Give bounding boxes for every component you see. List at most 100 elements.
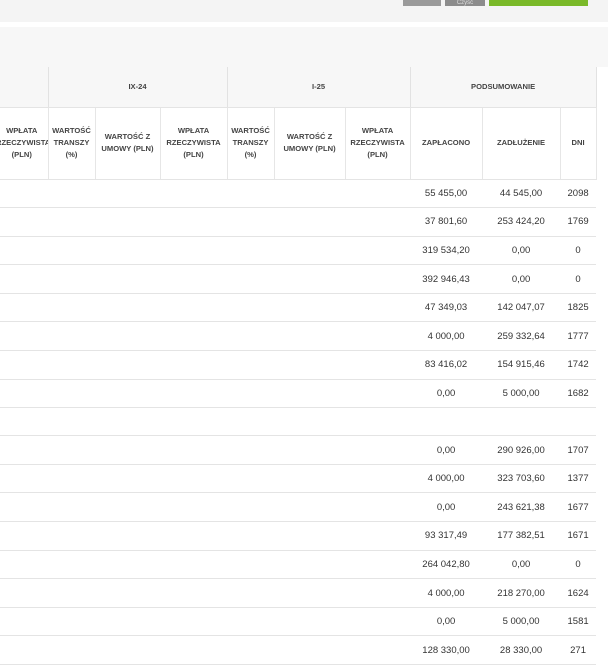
table-cell [95, 379, 160, 409]
table-cell [160, 550, 228, 580]
table-cell [274, 350, 346, 380]
table-cell [48, 179, 95, 209]
table-cell [160, 236, 228, 266]
table-group-header-row: IX-24 I-25 PODSUMOWANIE [0, 67, 597, 108]
table-row[interactable]: 0,00 5 000,00 1682 [0, 379, 597, 409]
cell-zaplacono: 4 000,00 [410, 321, 483, 352]
table-cell [48, 407, 95, 437]
table-cell [227, 635, 275, 665]
table-cell [95, 236, 160, 266]
cell-zaplacono: 47 349,03 [410, 293, 483, 323]
table-cell [274, 578, 346, 608]
table-row[interactable]: 319 534,20 0,00 0 [0, 236, 597, 266]
table-row[interactable]: 93 317,49 177 382,51 1671 [0, 521, 597, 551]
cell-zaplacono [410, 407, 483, 437]
cell-zadluzenie: 243 621,38 [482, 492, 561, 523]
column-header[interactable]: WPŁATA RZECZYWISTA (PLN) [160, 107, 228, 180]
table-row[interactable]: 264 042,80 0,00 0 [0, 550, 597, 580]
table-cell [48, 464, 95, 494]
table-cell [48, 236, 95, 266]
table-row[interactable] [0, 407, 597, 437]
table-cell [48, 492, 95, 523]
cell-zadluzenie: 142 047,07 [482, 293, 561, 323]
table-cell [0, 578, 48, 608]
column-header[interactable]: WARTOŚĆ Z UMOWY (PLN) [95, 107, 161, 180]
table-row[interactable]: 392 946,43 0,00 0 [0, 264, 597, 294]
table-row[interactable]: 37 801,60 253 424,20 1769 [0, 207, 597, 237]
table-cell [0, 321, 48, 352]
table-cell [0, 264, 48, 294]
column-header-dni[interactable]: DNI [560, 107, 597, 180]
table-cell [160, 521, 228, 551]
column-header[interactable]: WARTOŚĆ TRANSZY (%) [227, 107, 275, 180]
table-cell [274, 464, 346, 494]
table-cell [48, 350, 95, 380]
table-row[interactable]: 83 416,02 154 915,46 1742 [0, 350, 597, 380]
table-row[interactable]: 128 330,00 28 330,00 271 [0, 635, 597, 665]
clear-button[interactable]: Czyść [445, 0, 485, 6]
cell-zadluzenie: 253 424,20 [482, 207, 561, 237]
table-row[interactable]: 0,00 290 926,00 1707 [0, 435, 597, 465]
table-cell [48, 578, 95, 608]
table-cell [95, 464, 160, 494]
table-row[interactable]: 55 455,00 44 545,00 2098 [0, 179, 597, 209]
cell-zadluzenie: 0,00 [482, 236, 561, 266]
payments-table: IX-24 I-25 PODSUMOWANIE WPŁATA RZECZYWIS… [0, 67, 597, 665]
table-cell [160, 407, 228, 437]
table-cell [160, 293, 228, 323]
table-cell [227, 321, 275, 352]
column-header[interactable]: WARTOŚĆ TRANSZY (%) [48, 107, 96, 180]
table-row[interactable]: 0,00 243 621,38 1677 [0, 492, 597, 523]
table-cell [95, 435, 160, 465]
table-cell [95, 635, 160, 665]
cell-zadluzenie: 177 382,51 [482, 521, 561, 551]
table-cell [48, 264, 95, 294]
table-cell [274, 407, 346, 437]
table-cell [345, 350, 411, 380]
group-header-i-25: I-25 [227, 67, 411, 108]
table-cell [0, 521, 48, 551]
table-cell [274, 635, 346, 665]
column-header-zaplacono[interactable]: ZAPŁACONO [410, 107, 483, 180]
cell-zaplacono: 55 455,00 [410, 179, 483, 209]
cell-zaplacono: 319 534,20 [410, 236, 483, 266]
table-cell [95, 521, 160, 551]
primary-action-button[interactable] [489, 0, 588, 6]
cell-dni: 2098 [560, 179, 597, 209]
table-cell [0, 464, 48, 494]
column-header-zadluzenie[interactable]: ZADŁUŻENIE [482, 107, 561, 180]
cell-zadluzenie: 44 545,00 [482, 179, 561, 209]
table-cell [0, 607, 48, 637]
table-cell [0, 435, 48, 465]
column-header[interactable]: WARTOŚĆ Z UMOWY (PLN) [274, 107, 346, 180]
toolbar-button[interactable] [403, 0, 441, 6]
table-row[interactable]: 47 349,03 142 047,07 1825 [0, 293, 597, 323]
table-cell [274, 264, 346, 294]
table-row[interactable]: 4 000,00 218 270,00 1624 [0, 578, 597, 608]
table-cell [274, 607, 346, 637]
cell-dni: 1682 [560, 379, 597, 409]
cell-dni: 0 [560, 550, 597, 580]
cell-zadluzenie: 218 270,00 [482, 578, 561, 608]
cell-dni: 1671 [560, 521, 597, 551]
cell-zaplacono: 4 000,00 [410, 578, 483, 608]
table-cell [160, 207, 228, 237]
cell-dni: 1769 [560, 207, 597, 237]
table-cell [345, 407, 411, 437]
group-header [0, 67, 49, 108]
cell-dni: 1377 [560, 464, 597, 494]
table-cell [345, 207, 411, 237]
cell-dni [560, 407, 597, 437]
cell-dni: 1707 [560, 435, 597, 465]
cell-zaplacono: 83 416,02 [410, 350, 483, 380]
table-row[interactable]: 4 000,00 323 703,60 1377 [0, 464, 597, 494]
table-cell [345, 236, 411, 266]
table-row[interactable]: 4 000,00 259 332,64 1777 [0, 321, 597, 352]
cell-dni: 1742 [560, 350, 597, 380]
table-row[interactable]: 0,00 5 000,00 1581 [0, 607, 597, 637]
table-cell [95, 321, 160, 352]
column-header[interactable]: WPŁATA RZECZYWISTA (PLN) [345, 107, 411, 180]
column-header[interactable]: WPŁATA RZECZYWISTA (PLN) [0, 107, 49, 180]
table-cell [345, 607, 411, 637]
table-cell [0, 492, 48, 523]
